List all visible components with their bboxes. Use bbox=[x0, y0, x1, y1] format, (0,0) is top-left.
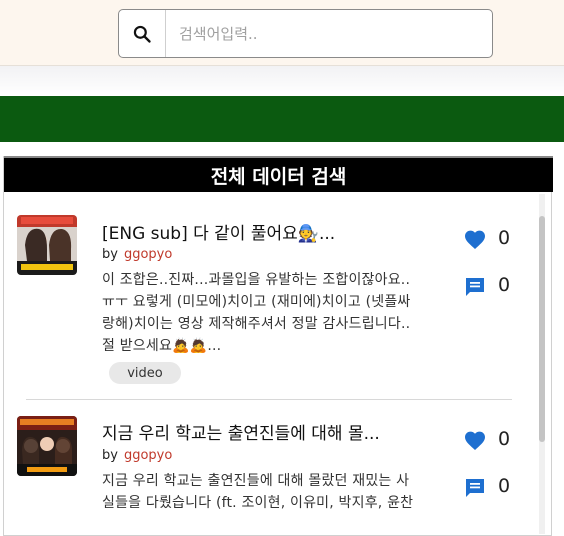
by-label: by bbox=[102, 247, 118, 262]
item-author[interactable]: ggopyo bbox=[124, 247, 172, 262]
comment-count: 0 bbox=[498, 274, 511, 296]
like-count: 0 bbox=[498, 428, 511, 450]
item-author[interactable]: ggopyo bbox=[124, 448, 172, 463]
item-divider bbox=[26, 399, 512, 400]
item-byline: by ggopyo bbox=[102, 448, 172, 463]
item-description: 이 조합은..진짜...과몰입을 유발하는 조합이잖아요.. ㅠㅜ 요렇게 (미… bbox=[102, 269, 454, 357]
green-banner bbox=[0, 96, 564, 142]
item-byline: by ggopyo bbox=[102, 247, 172, 262]
comment-icon[interactable] bbox=[463, 275, 487, 299]
description-line: 랑해)치이는 영상 제작해주셔서 정말 감사드립니다.. bbox=[102, 316, 411, 332]
search-results-panel: 전체 데이터 검색 [ENG sub] 다 같이 풀어요🧑‍🔧... by ggo… bbox=[3, 156, 553, 536]
search-box[interactable] bbox=[118, 9, 493, 58]
description-line: 실들을 다뤘습니다 (ft. 조이현, 이유미, 박지후, 윤찬 bbox=[102, 495, 414, 511]
heart-icon[interactable] bbox=[463, 429, 487, 453]
description-line: 절 받으세요🙇🙇... bbox=[102, 338, 222, 354]
search-icon[interactable] bbox=[119, 10, 166, 57]
heart-icon[interactable] bbox=[463, 228, 487, 252]
item-description: 지금 우리 학교는 출연진들에 대해 몰랐던 재밌는 사 실들을 다뤘습니다 (… bbox=[102, 470, 454, 514]
description-line: 이 조합은..진짜...과몰입을 유발하는 조합이잖아요.. bbox=[102, 272, 411, 288]
header-shadow bbox=[0, 66, 564, 96]
comment-icon[interactable] bbox=[463, 476, 487, 500]
search-input[interactable] bbox=[179, 22, 479, 46]
scrollbar-thumb[interactable] bbox=[539, 216, 545, 442]
like-count: 0 bbox=[498, 227, 511, 249]
item-title[interactable]: [ENG sub] 다 같이 풀어요🧑‍🔧... bbox=[102, 219, 432, 244]
item-title[interactable]: 지금 우리 학교는 출연진들에 대해 몰... bbox=[102, 419, 432, 444]
panel-title: 전체 데이터 검색 bbox=[210, 165, 347, 188]
video-thumbnail[interactable] bbox=[17, 416, 77, 476]
description-line: ㅠㅜ 요렇게 (미모에)치이고 (재미에)치이고 (넷플싸 bbox=[102, 294, 411, 310]
category-tag[interactable]: video bbox=[109, 362, 181, 384]
comment-count: 0 bbox=[498, 475, 511, 497]
description-line: 지금 우리 학교는 출연진들에 대해 몰랐던 재밌는 사 bbox=[102, 473, 410, 489]
top-bar bbox=[0, 0, 564, 66]
by-label: by bbox=[102, 448, 118, 463]
scrollbar[interactable] bbox=[539, 194, 545, 534]
panel-header: 전체 데이터 검색 bbox=[4, 156, 553, 192]
video-thumbnail[interactable] bbox=[17, 215, 77, 275]
